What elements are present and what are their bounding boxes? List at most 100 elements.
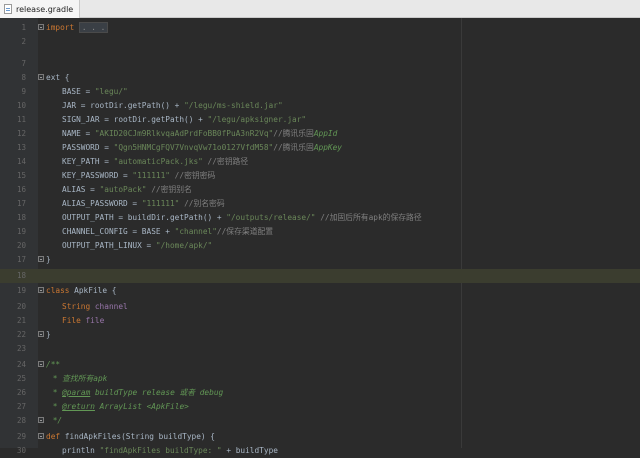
code-text: CHANNEL_CONFIG = BASE + "channel"//保存渠道配… bbox=[62, 225, 273, 239]
line-number: 16 bbox=[16, 185, 26, 194]
code-line[interactable]: 24 /** bbox=[0, 358, 640, 372]
code-token: channel bbox=[94, 302, 128, 311]
code-text: def findApkFiles(String buildType) { bbox=[46, 430, 215, 444]
code-token: "autoPack" bbox=[99, 185, 147, 194]
code-line[interactable]: 12 NAME = "AKID20CJm9RlkvqaAdPrdFoBB0fPuA… bbox=[0, 127, 640, 141]
code-token: AppId bbox=[313, 129, 338, 138]
fold-toggle-icon[interactable] bbox=[38, 24, 44, 30]
code-token: "/legu/ms-shield.jar" bbox=[184, 101, 283, 110]
tab-label: release.gradle bbox=[16, 4, 74, 14]
code-token: buildType release 或者 debug bbox=[90, 388, 224, 397]
tab-release-gradle[interactable]: release.gradle bbox=[0, 0, 81, 18]
fold-toggle-icon[interactable] bbox=[38, 74, 44, 80]
line-number: 20 bbox=[16, 302, 26, 311]
code-text: } bbox=[46, 253, 51, 267]
code-line[interactable]: 25 * 查找所有apk bbox=[0, 372, 640, 386]
code-token: /** bbox=[46, 360, 61, 369]
code-text: println "findApkFiles buildType: " + bui… bbox=[62, 444, 278, 458]
code-line[interactable]: 8 ext { bbox=[0, 71, 640, 85]
code-line[interactable]: 21 File file bbox=[0, 314, 640, 328]
line-number: 30 bbox=[16, 446, 26, 455]
code-token: @param bbox=[62, 388, 91, 397]
code-token: ArrayList <ApkFile> bbox=[94, 402, 189, 411]
code-line[interactable]: 14 KEY_PATH = "automaticPack.jks" //密钥路径 bbox=[0, 155, 640, 169]
code-line[interactable]: 22} bbox=[0, 328, 640, 342]
code-line[interactable]: 13 PASSWORD = "Qgn5HNMCgFQV7VnvqVw71o0127… bbox=[0, 141, 640, 155]
code-text: String channel bbox=[62, 300, 128, 314]
code-editor[interactable]: 1 import . . . 2 7 8 ext {9 BASE = "legu/" 10 JA… bbox=[0, 18, 640, 455]
code-line[interactable]: 19 CHANNEL_CONFIG = BASE + "channel"//保存渠… bbox=[0, 225, 640, 239]
fold-toggle-icon[interactable] bbox=[38, 361, 44, 367]
code-token: "Qgn5HNMCgFQV7VnvqVw71o0127VfdM58" bbox=[113, 143, 274, 152]
fold-toggle-icon[interactable] bbox=[38, 287, 44, 293]
code-line[interactable]: 17 ALIAS_PASSWORD = "111111" //别名密码 bbox=[0, 197, 640, 211]
code-token: //密钥密码 bbox=[169, 171, 216, 180]
code-token: KEY_PASSWORD = bbox=[62, 171, 133, 180]
code-line[interactable]: 30 println "findApkFiles buildType: " + b… bbox=[0, 444, 640, 458]
code-line[interactable]: 7 bbox=[0, 57, 640, 71]
code-token: KEY_PATH = bbox=[62, 157, 114, 166]
file-icon bbox=[4, 4, 12, 14]
code-token: CHANNEL_CONFIG = BASE + bbox=[62, 227, 175, 236]
code-line[interactable]: 29 def findApkFiles(String buildType) { bbox=[0, 430, 640, 444]
code-text: ALIAS = "autoPack" //密钥别名 bbox=[62, 183, 192, 197]
code-text: import . . . bbox=[46, 21, 109, 35]
code-token: //加固后所有apk的保存路径 bbox=[315, 213, 422, 222]
code-text: KEY_PASSWORD = "111111" //密钥密码 bbox=[62, 169, 215, 183]
code-token: ApkFile { bbox=[74, 286, 117, 295]
code-line[interactable]: 26 * @param buildType release 或者 debug bbox=[0, 386, 640, 400]
code-token: OUTPUT_PATH = buildDir.getPath() + bbox=[62, 213, 227, 222]
code-token: ALIAS = bbox=[62, 185, 100, 194]
code-token: //腾讯乐固 bbox=[273, 143, 314, 152]
code-line[interactable]: 18 bbox=[0, 269, 640, 283]
code-line[interactable]: 19 class ApkFile { bbox=[0, 284, 640, 298]
line-number: 2 bbox=[21, 37, 26, 46]
code-line[interactable]: 10 JAR = rootDir.getPath() + "/legu/ms-sh… bbox=[0, 99, 640, 113]
code-token: //别名密码 bbox=[179, 199, 225, 208]
code-line[interactable]: 17} bbox=[0, 253, 640, 267]
code-token: "automaticPack.jks" bbox=[113, 157, 203, 166]
code-token: * bbox=[48, 388, 63, 397]
code-line[interactable]: 20 OUTPUT_PATH_LINUX = "/home/apk/" bbox=[0, 239, 640, 253]
line-number: 25 bbox=[16, 374, 26, 383]
code-text: ALIAS_PASSWORD = "111111" //别名密码 bbox=[62, 197, 225, 211]
code-line[interactable]: 20 String channel bbox=[0, 300, 640, 314]
code-text: */ bbox=[48, 414, 62, 428]
code-token: findApkFiles(String buildType) { bbox=[64, 432, 215, 441]
fold-toggle-icon[interactable] bbox=[38, 417, 44, 423]
editor-tab-bar: release.gradle bbox=[0, 0, 640, 18]
code-line[interactable]: 11 SIGN_JAR = rootDir.getPath() + "/legu/… bbox=[0, 113, 640, 127]
line-number: 29 bbox=[16, 432, 26, 441]
collapsed-imports-marker[interactable]: . . . bbox=[78, 22, 109, 33]
line-number: 19 bbox=[16, 286, 26, 295]
code-line[interactable]: 23 bbox=[0, 342, 640, 356]
line-number: 1 bbox=[21, 23, 26, 32]
code-text: OUTPUT_PATH_LINUX = "/home/apk/" bbox=[62, 239, 212, 253]
code-token: //密钥别名 bbox=[146, 185, 192, 194]
code-token: def bbox=[46, 432, 65, 441]
code-line[interactable]: 2 bbox=[0, 35, 640, 49]
code-text: * 查找所有apk bbox=[48, 372, 108, 386]
code-line[interactable]: 18 OUTPUT_PATH = buildDir.getPath() + "/o… bbox=[0, 211, 640, 225]
code-line[interactable]: 15 KEY_PASSWORD = "111111" //密钥密码 bbox=[0, 169, 640, 183]
code-text: * @param buildType release 或者 debug bbox=[48, 386, 224, 400]
code-token: //腾讯乐固 bbox=[273, 129, 314, 138]
fold-toggle-icon[interactable] bbox=[38, 331, 44, 337]
code-line[interactable]: 9 BASE = "legu/" bbox=[0, 85, 640, 99]
code-token: JAR = rootDir.getPath() + bbox=[62, 101, 185, 110]
code-token: OUTPUT_PATH_LINUX = bbox=[62, 241, 156, 250]
code-line[interactable]: 16 ALIAS = "autoPack" //密钥别名 bbox=[0, 183, 640, 197]
code-text: ext { bbox=[46, 71, 69, 85]
fold-toggle-icon[interactable] bbox=[38, 433, 44, 439]
code-token: "/home/apk/" bbox=[155, 241, 213, 250]
code-token: file bbox=[85, 316, 105, 325]
code-line[interactable]: 1 import . . . bbox=[0, 21, 640, 35]
code-text: class ApkFile { bbox=[46, 284, 116, 298]
code-token: "findApkFiles buildType: " bbox=[99, 446, 222, 455]
code-text: PASSWORD = "Qgn5HNMCgFQV7VnvqVw71o0127Vf… bbox=[62, 141, 342, 155]
code-line[interactable]: 28 */ bbox=[0, 414, 640, 428]
code-token: NAME = bbox=[62, 129, 95, 138]
code-line[interactable]: 27 * @return ArrayList <ApkFile> bbox=[0, 400, 640, 414]
line-number: 28 bbox=[16, 416, 26, 425]
fold-toggle-icon[interactable] bbox=[38, 256, 44, 262]
